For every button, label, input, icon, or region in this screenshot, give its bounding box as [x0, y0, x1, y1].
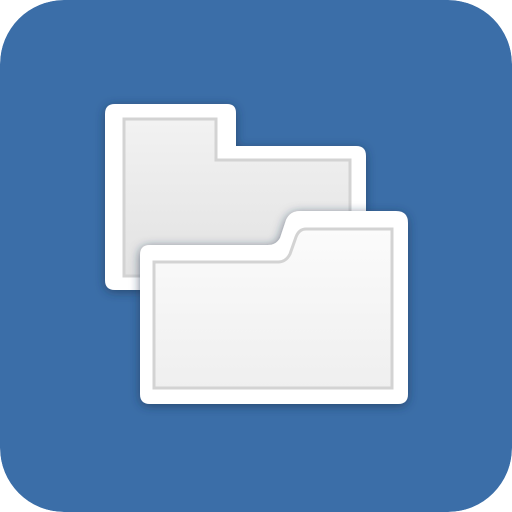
app-icon-stage: [0, 0, 512, 512]
folders-app-icon[interactable]: [0, 0, 512, 512]
folders-icon: [0, 0, 512, 512]
